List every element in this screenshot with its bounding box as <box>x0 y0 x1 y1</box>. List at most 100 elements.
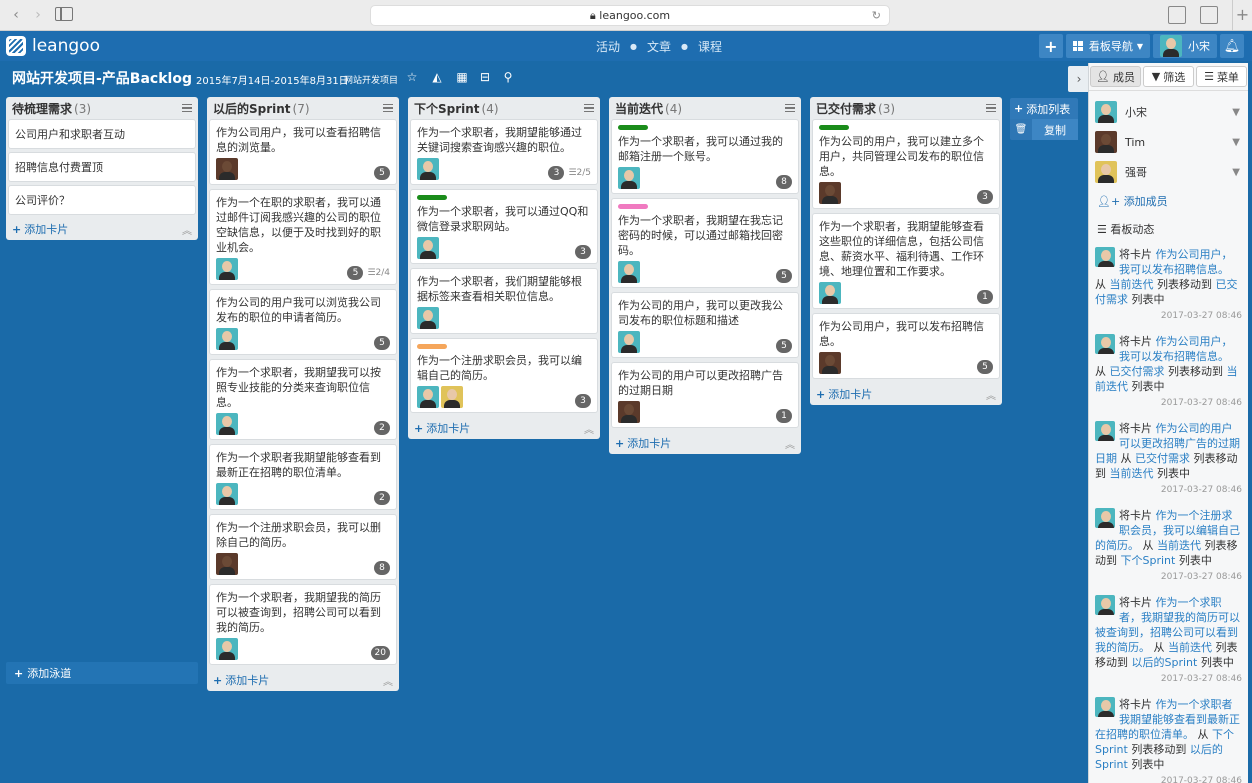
forward-icon[interactable]: › <box>28 6 48 24</box>
chart-icon[interactable]: ◭ <box>430 70 444 84</box>
nav-link-articles[interactable]: 文章 <box>647 38 671 55</box>
avatar[interactable] <box>819 352 841 374</box>
avatar[interactable] <box>618 331 640 353</box>
activity-link[interactable]: 当前迭代 <box>1157 539 1201 552</box>
list-menu-icon[interactable] <box>383 104 393 112</box>
panel-collapse-button[interactable]: › <box>1068 66 1090 92</box>
card[interactable]: 作为一个求职者，我期望我可以按照专业技能的分类来查询职位信息。 2 <box>209 359 397 440</box>
list-header[interactable]: 以后的Sprint (7) <box>207 97 399 119</box>
reload-icon[interactable]: ↻ <box>872 6 881 26</box>
list-header[interactable]: 待梳理需求 (3) <box>6 97 198 119</box>
activity-link[interactable]: 以后的Sprint <box>1132 656 1198 669</box>
card[interactable]: 作为一个求职者，我期望在我忘记密码的时候，可以通过邮箱找回密码。 5 <box>611 198 799 288</box>
filter-icon[interactable]: ▼ <box>1232 137 1240 148</box>
new-tab-icon[interactable]: + <box>1232 0 1252 31</box>
collapse-icon[interactable]: ⊟ <box>478 70 492 84</box>
add-card-button[interactable]: + 添加卡片 ︽ <box>207 669 399 691</box>
list-menu-icon[interactable] <box>584 104 594 112</box>
avatar[interactable] <box>618 167 640 189</box>
card[interactable]: 作为一个求职者，我期望我的简历可以被查询到，招聘公司可以看到我的简历。 20 <box>209 584 397 665</box>
avatar[interactable] <box>417 307 439 329</box>
chevron-up-icon[interactable]: ︽ <box>182 222 192 237</box>
card[interactable]: 作为一个注册求职会员，我可以删除自己的简历。 8 <box>209 514 397 580</box>
add-card-button[interactable]: + 添加卡片 ︽ <box>609 432 801 454</box>
activity-link[interactable]: 当前迭代 <box>1110 278 1154 291</box>
card[interactable]: 作为一个求职者，我可以通过我的邮箱注册一个账号。 8 <box>611 119 799 194</box>
chevron-up-icon[interactable]: ︽ <box>785 436 795 451</box>
trash-icon[interactable]: 🗑︎ <box>1010 119 1032 140</box>
search-icon[interactable]: ⚲ <box>501 70 515 84</box>
card[interactable]: 作为公司的用户我可以浏览我公司发布的职位的申请者简历。 5 <box>209 289 397 355</box>
activity-link[interactable]: 已交付需求 <box>1110 365 1165 378</box>
activity-link[interactable]: 当前迭代 <box>1168 641 1212 654</box>
card[interactable]: 作为公司用户，我可以发布招聘信息。 5 <box>812 313 1000 379</box>
bell-icon[interactable]: 🔔︎ <box>1220 34 1244 58</box>
list-menu-icon[interactable] <box>785 104 795 112</box>
card[interactable]: 作为公司的用户，我可以建立多个用户，共同管理公司发布的职位信息。 3 <box>812 119 1000 209</box>
avatar[interactable] <box>819 282 841 304</box>
activity-link[interactable]: 下个Sprint <box>1121 554 1176 567</box>
filter-icon[interactable]: ▼ <box>1232 167 1240 178</box>
card[interactable]: 作为一个求职者，我们期望能够根据标签来查看相关职位信息。 <box>410 268 598 334</box>
member-row[interactable]: 强哥 ▼ <box>1089 157 1248 187</box>
add-card-button[interactable]: + 添加卡片 ︽ <box>6 218 198 240</box>
avatar[interactable] <box>618 401 640 423</box>
list-header[interactable]: 已交付需求 (3) <box>810 97 1002 119</box>
chevron-up-icon[interactable]: ︽ <box>383 673 393 688</box>
share-icon[interactable] <box>1168 6 1186 24</box>
member-row[interactable]: 小宋 ▼ <box>1089 97 1248 127</box>
chevron-up-icon[interactable]: ︽ <box>584 421 594 436</box>
project-tag[interactable]: 网站开发项目 <box>344 73 398 86</box>
tab-menu[interactable]: ☰ 菜单 <box>1196 66 1247 87</box>
avatar[interactable] <box>441 386 463 408</box>
create-button[interactable]: + <box>1038 34 1063 58</box>
list-header[interactable]: 下个Sprint (4) <box>408 97 600 119</box>
nav-link-activity[interactable]: 活动 <box>596 38 620 55</box>
avatar[interactable] <box>216 638 238 660</box>
card[interactable]: 作为一个在职的求职者，我可以通过邮件订阅我感兴趣的公司的职位空缺信息，以便于及时… <box>209 189 397 285</box>
card[interactable]: 作为公司用户，我可以查看招聘信息的浏览量。 5 <box>209 119 397 185</box>
card[interactable]: 作为一个注册求职会员，我可以编辑自己的简历。 3 <box>410 338 598 413</box>
avatar[interactable] <box>216 258 238 280</box>
avatar[interactable] <box>216 553 238 575</box>
avatar[interactable] <box>618 261 640 283</box>
card[interactable]: 作为一个求职者，我期望能够通过关键词搜索查询感兴趣的职位。 3 ☰2/5 <box>410 119 598 185</box>
user-menu-button[interactable]: 小宋 <box>1153 34 1217 58</box>
list-header[interactable]: 当前迭代 (4) <box>609 97 801 119</box>
card[interactable]: 作为一个求职者，我期望能够查看这些职位的详细信息，包括公司信息、薪资水平、福利待… <box>812 213 1000 309</box>
card[interactable]: 作为公司的用户可以更改招聘广告的过期日期 1 <box>611 362 799 428</box>
add-member-button[interactable]: 👤︎+ 添加成员 <box>1089 187 1248 215</box>
avatar[interactable] <box>216 413 238 435</box>
board-nav-button[interactable]: 看板导航 ▼ <box>1065 34 1150 58</box>
avatar[interactable] <box>417 158 439 180</box>
avatar[interactable] <box>216 483 238 505</box>
card[interactable]: 作为一个求职者，我可以通过QQ和微信登录求职网站。 3 <box>410 189 598 264</box>
card[interactable]: 作为公司的用户，我可以更改我公司发布的职位标题和描述 5 <box>611 292 799 358</box>
back-icon[interactable]: ‹ <box>6 6 26 24</box>
copy-button[interactable]: 复制 <box>1032 119 1078 140</box>
tab-members[interactable]: 👤︎ 成员 <box>1090 66 1141 87</box>
card[interactable]: 作为一个求职者我期望能够查看到最新正在招聘的职位清单。 2 <box>209 444 397 510</box>
activity-link[interactable]: 当前迭代 <box>1110 467 1154 480</box>
list-menu-icon[interactable] <box>182 104 192 112</box>
chevron-up-icon[interactable]: ︽ <box>986 387 996 402</box>
filter-icon[interactable]: ▼ <box>1232 107 1240 118</box>
tabs-overview-icon[interactable] <box>1200 6 1218 24</box>
card[interactable]: 公司评价？ <box>8 185 196 215</box>
avatar[interactable] <box>819 182 841 204</box>
add-swimlane-button[interactable]: + 添加泳道 <box>6 662 198 684</box>
sidebar-toggle-icon[interactable] <box>55 7 73 21</box>
tab-filter[interactable]: ▼ 筛选 <box>1143 66 1194 87</box>
avatar[interactable] <box>216 328 238 350</box>
member-row[interactable]: Tim ▼ <box>1089 127 1248 157</box>
add-card-button[interactable]: + 添加卡片 ︽ <box>810 383 1002 405</box>
nav-link-courses[interactable]: 课程 <box>698 38 722 55</box>
avatar[interactable] <box>417 386 439 408</box>
avatar[interactable] <box>417 237 439 259</box>
star-icon[interactable]: ☆ <box>405 70 419 84</box>
card[interactable]: 公司用户和求职者互动 <box>8 119 196 149</box>
add-card-button[interactable]: + 添加卡片 ︽ <box>408 417 600 439</box>
address-bar[interactable]: 🔒︎ leangoo.com ↻ <box>370 5 890 26</box>
card[interactable]: 招聘信息付费置顶 <box>8 152 196 182</box>
activity-link[interactable]: 已交付需求 <box>1135 452 1190 465</box>
